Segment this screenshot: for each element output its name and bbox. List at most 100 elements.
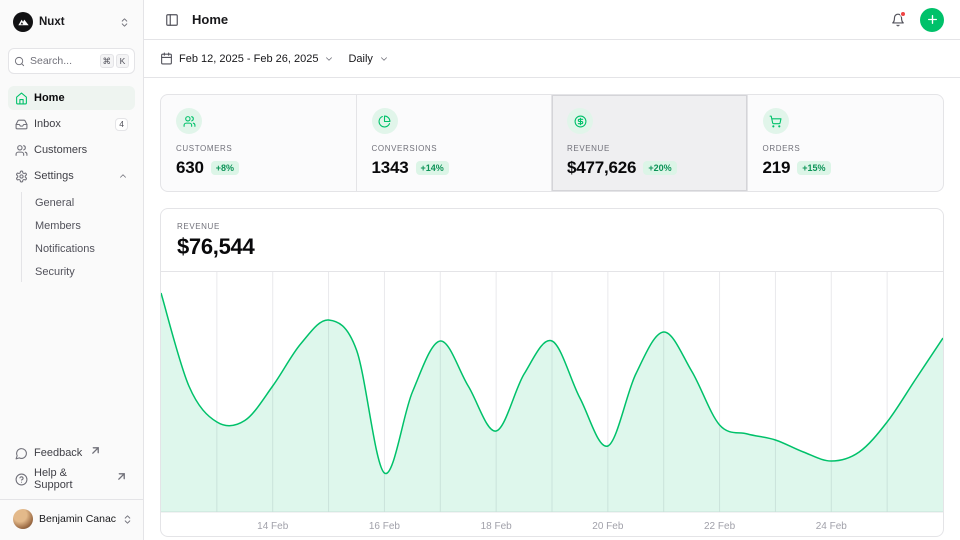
sidebar-item-label: Customers (34, 144, 87, 156)
main: Home Feb 12, 2025 - Feb 26, 2025 Daily (144, 0, 960, 540)
chevrons-up-down-icon (122, 514, 133, 525)
sidebar-item-label: Help & Support (34, 467, 108, 491)
sidebar-item-home[interactable]: Home (8, 86, 135, 110)
settings-submenu: General Members Notifications Security (21, 192, 135, 282)
user-avatar (13, 509, 33, 529)
chart-area: 14 Feb16 Feb18 Feb20 Feb22 Feb24 Feb (161, 272, 943, 536)
stat-label: CONVERSIONS (372, 144, 537, 153)
chart-x-tick-label: 24 Feb (816, 521, 848, 532)
stat-label: ORDERS (763, 144, 929, 153)
workspace-selector[interactable]: Nuxt (8, 8, 135, 36)
sidebar-item-customers[interactable]: Customers (8, 138, 135, 162)
date-range-button[interactable]: Feb 12, 2025 - Feb 26, 2025 (160, 52, 334, 65)
stat-value: 1343 (372, 158, 409, 178)
chart-x-tick-label: 22 Feb (704, 521, 736, 532)
user-menu[interactable]: Benjamin Canac (8, 506, 135, 532)
stat-delta-badge: +14% (416, 161, 449, 175)
search-input[interactable]: Search... ⌘ K (8, 48, 135, 74)
sidebar-item-settings[interactable]: Settings (8, 164, 135, 188)
nuxt-logo-icon (13, 12, 33, 32)
sidebar-subitem-general[interactable]: General (28, 192, 135, 213)
sidebar-toggle-button[interactable] (160, 8, 184, 32)
content: CUSTOMERS 630 +8% CONVERSIONS 1343 +14% (144, 78, 960, 540)
chevron-down-icon (324, 54, 334, 64)
stat-value: $477,626 (567, 158, 636, 178)
user-section: Benjamin Canac (0, 499, 143, 532)
stat-icon-bubble (176, 108, 202, 134)
stat-icon-bubble (763, 108, 789, 134)
home-icon (15, 92, 28, 105)
sidebar-item-label: Home (34, 92, 65, 104)
notification-dot (900, 11, 906, 17)
chart-label: REVENUE (177, 222, 927, 231)
stat-delta-badge: +20% (643, 161, 676, 175)
stat-icon-bubble (567, 108, 593, 134)
sidebar-item-label: Feedback (34, 447, 82, 459)
header-actions (886, 8, 944, 32)
chevron-down-icon (379, 54, 389, 64)
workspace-name: Nuxt (39, 16, 65, 28)
sidebar-footer: Feedback Help & Support Benjamin Canac (8, 441, 135, 532)
search-placeholder: Search... (30, 55, 72, 67)
dollar-circle-icon (574, 115, 587, 128)
user-name: Benjamin Canac (39, 513, 116, 525)
stat-card-conversions[interactable]: CONVERSIONS 1343 +14% (357, 95, 553, 191)
sidebar-item-label: Inbox (34, 118, 61, 130)
sidebar-subitem-members[interactable]: Members (28, 215, 135, 236)
chart-value: $76,544 (177, 234, 927, 260)
users-icon (15, 144, 28, 157)
inbox-badge: 4 (115, 118, 128, 131)
chart-header: REVENUE $76,544 (161, 209, 943, 272)
sidebar-nav: Home Inbox 4 Customers Settings General (8, 86, 135, 284)
main-header: Home (144, 0, 960, 40)
help-icon (15, 473, 28, 486)
search-icon (14, 56, 25, 67)
chart-pie-icon (378, 115, 391, 128)
inbox-icon (15, 118, 28, 131)
stat-value: 219 (763, 158, 791, 178)
stat-card-revenue[interactable]: REVENUE $477,626 +20% (552, 95, 748, 191)
kbd-cmd: ⌘ (100, 54, 115, 68)
filters-toolbar: Feb 12, 2025 - Feb 26, 2025 Daily (144, 40, 960, 78)
cart-icon (769, 115, 782, 128)
page-title: Home (192, 12, 228, 27)
period-label: Daily (348, 53, 372, 65)
chart-x-tick-label: 20 Feb (592, 521, 624, 532)
kbd-k: K (116, 54, 129, 68)
external-link-icon (115, 470, 128, 483)
message-icon (15, 447, 28, 460)
stat-card-customers[interactable]: CUSTOMERS 630 +8% (161, 95, 357, 191)
users-icon (183, 115, 196, 128)
sidebar-item-inbox[interactable]: Inbox 4 (8, 112, 135, 136)
sidebar-spacer (8, 284, 135, 441)
sidebar: Nuxt Search... ⌘ K Home Inbox 4 (0, 0, 144, 540)
app: Nuxt Search... ⌘ K Home Inbox 4 (0, 0, 960, 540)
external-link-icon (89, 444, 102, 457)
stat-icon-bubble (372, 108, 398, 134)
period-select[interactable]: Daily (348, 53, 388, 65)
revenue-area-chart: 14 Feb16 Feb18 Feb20 Feb22 Feb24 Feb (161, 272, 943, 536)
stat-delta-badge: +15% (797, 161, 830, 175)
sidebar-item-label: Settings (34, 170, 74, 182)
chevron-up-icon (118, 171, 128, 181)
search-shortcut: ⌘ K (100, 54, 130, 68)
stats-grid: CUSTOMERS 630 +8% CONVERSIONS 1343 +14% (160, 94, 944, 192)
sidebar-subitem-notifications[interactable]: Notifications (28, 238, 135, 259)
calendar-icon (160, 52, 173, 65)
date-range-label: Feb 12, 2025 - Feb 26, 2025 (179, 53, 318, 65)
plus-icon (926, 13, 939, 26)
stat-value: 630 (176, 158, 204, 178)
stat-label: REVENUE (567, 144, 732, 153)
stat-card-orders[interactable]: ORDERS 219 +15% (748, 95, 944, 191)
chart-x-tick-label: 14 Feb (257, 521, 289, 532)
notifications-button[interactable] (886, 8, 910, 32)
sidebar-item-feedback[interactable]: Feedback (8, 441, 135, 465)
sidebar-item-help-support[interactable]: Help & Support (8, 467, 135, 491)
sidebar-subitem-security[interactable]: Security (28, 261, 135, 282)
stat-label: CUSTOMERS (176, 144, 341, 153)
chart-x-tick-label: 18 Feb (481, 521, 513, 532)
panel-left-icon (165, 13, 179, 27)
gear-icon (15, 170, 28, 183)
revenue-chart-card: REVENUE $76,544 14 Feb16 Feb18 Feb20 Feb… (160, 208, 944, 537)
add-button[interactable] (920, 8, 944, 32)
